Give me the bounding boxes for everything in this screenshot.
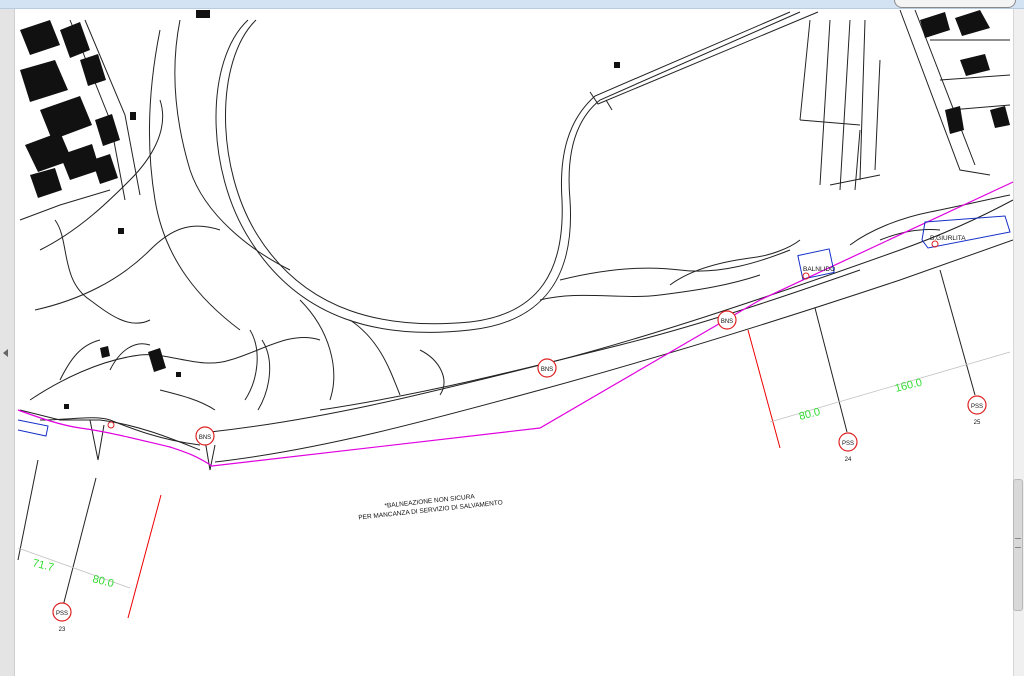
- building-block: [955, 10, 990, 36]
- scrollbar-thumb[interactable]: [1013, 479, 1023, 611]
- transect-lines: [17, 269, 976, 611]
- dune-path: [59, 339, 151, 381]
- dune-path: [539, 274, 761, 301]
- pss-badge-label: PSS: [971, 404, 983, 410]
- building-block: [130, 112, 136, 120]
- breakwater: [89, 419, 105, 461]
- building-block: [95, 114, 120, 146]
- safety-note: *BALNEAZIONE NON SICURA PER MANCANZA DI …: [358, 493, 503, 521]
- collapse-arrow-icon[interactable]: [3, 349, 8, 357]
- map-linework: [19, 9, 1013, 471]
- lifeguard-marker-icon: [107, 421, 115, 429]
- concession-box: [921, 215, 1011, 249]
- pss-badge-label: PSS: [842, 441, 854, 447]
- transect-line: [61, 477, 97, 611]
- building-block: [40, 96, 92, 140]
- side-panel-toggle[interactable]: [0, 9, 15, 676]
- grip-icon: [1015, 538, 1021, 548]
- building-block: [990, 106, 1010, 128]
- building-block: [148, 348, 166, 372]
- building-block: [960, 54, 990, 76]
- pss-badge: PSS 23: [52, 602, 72, 633]
- building-block: [196, 10, 210, 18]
- building-block: [30, 168, 62, 198]
- distance-labels: 71.7 80.0 80.0 160.0: [31, 377, 923, 590]
- distance-label: 160.0: [894, 377, 924, 395]
- building-block: [100, 346, 110, 358]
- dune-path: [669, 239, 801, 286]
- buildings: [20, 10, 1010, 409]
- building-block: [945, 106, 964, 134]
- building-block: [64, 404, 69, 409]
- concession-areas: [17, 215, 1011, 437]
- building-block: [20, 60, 68, 102]
- distance-label: 80.0: [91, 573, 115, 590]
- pss-badges: PSS 23 PSS 24 PSS 25: [52, 395, 987, 633]
- red-transect-lines: [127, 329, 781, 619]
- pss-badge-label: PSS: [56, 611, 68, 617]
- street: [19, 189, 111, 221]
- bns-badge-label: BNS: [199, 435, 211, 441]
- dune-path: [29, 336, 321, 401]
- building-block: [60, 22, 90, 58]
- building-block: [20, 20, 60, 55]
- transect-line: [939, 269, 976, 396]
- establishment-label: BALNLIDO: [803, 266, 835, 273]
- toolbar-button[interactable]: [894, 0, 1016, 8]
- bns-badge-label: BNS: [721, 319, 733, 325]
- bns-badge: BNS: [537, 358, 557, 378]
- building-block: [614, 62, 620, 68]
- map-page: 71.7 80.0 80.0 160.0 BALNLIDO B.GIURLITA…: [15, 9, 1013, 676]
- dune-path: [299, 299, 401, 401]
- bns-badge: BNS: [195, 426, 215, 446]
- dune-path: [159, 389, 216, 411]
- vertical-scrollbar[interactable]: [1013, 9, 1024, 676]
- field-boundary: [799, 19, 881, 191]
- bns-badge: BNS: [717, 310, 737, 330]
- distance-label: 80.0: [798, 406, 822, 423]
- building-block: [118, 228, 124, 234]
- bns-badge-label: BNS: [541, 367, 553, 373]
- building-block: [920, 12, 950, 38]
- pss-number: 25: [974, 420, 981, 426]
- dune-path: [54, 219, 151, 324]
- dune-path: [559, 249, 791, 281]
- beach-road-edge: [214, 239, 1013, 463]
- dune-path: [149, 29, 241, 331]
- red-transect-line: [747, 329, 781, 449]
- concession-box: [17, 419, 49, 437]
- window-top-bar: [0, 0, 1024, 9]
- establishment-labels: BALNLIDO B.GIURLITA: [803, 235, 966, 273]
- building-block: [80, 54, 106, 86]
- red-transect-line: [127, 494, 162, 619]
- pss-number: 24: [845, 457, 852, 463]
- racetrack-outline: [215, 11, 801, 333]
- coastline-line: [17, 181, 1013, 467]
- pss-badge: PSS 24: [838, 432, 858, 463]
- pss-number: 23: [59, 627, 66, 633]
- dune-path: [174, 19, 291, 271]
- dune-path: [244, 329, 271, 411]
- bns-badges: BNS BNS BNS: [195, 310, 737, 446]
- service-road: [589, 11, 819, 111]
- transect-line: [17, 459, 39, 561]
- building-block: [176, 372, 181, 377]
- pss-badge: PSS 25: [967, 395, 987, 426]
- distance-guides: [17, 351, 1011, 589]
- map-drawing: 71.7 80.0 80.0 160.0 BALNLIDO B.GIURLITA…: [17, 9, 1013, 633]
- street: [899, 9, 1011, 176]
